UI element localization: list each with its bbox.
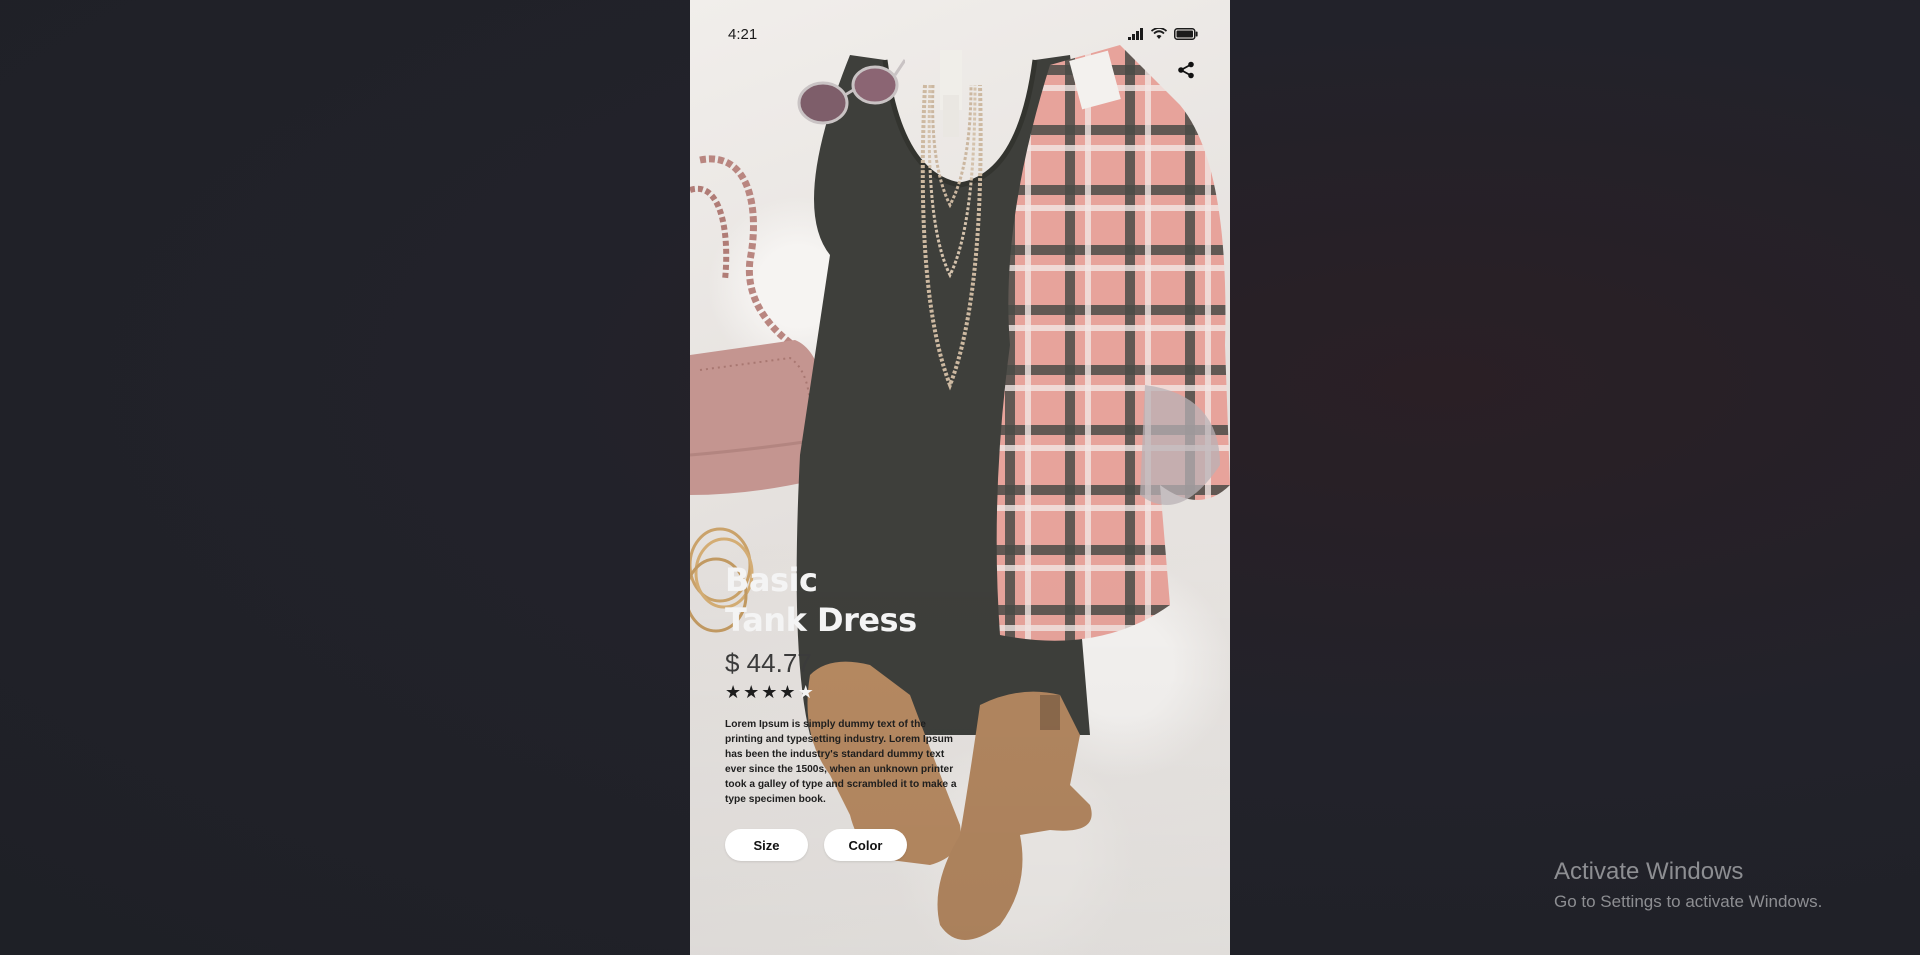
desktop: 4:21 Basic Tank Dress $ 44.77 ★ ★ ★ ★ ★ … <box>0 0 1920 955</box>
rating-star: ★ <box>797 682 814 703</box>
status-icons <box>1128 28 1198 40</box>
status-time: 4:21 <box>728 25 758 43</box>
phone-screen: 4:21 Basic Tank Dress $ 44.77 ★ ★ ★ ★ ★ … <box>690 0 1230 955</box>
rating-star: ★ <box>779 682 796 703</box>
watermark-subtitle: Go to Settings to activate Windows. <box>1554 892 1823 911</box>
product-title-line1: Basic <box>725 561 818 599</box>
product-title: Basic Tank Dress <box>725 560 975 640</box>
size-button[interactable]: Size <box>725 829 808 861</box>
product-price: $ 44.77 <box>725 648 812 678</box>
windows-activation-watermark: Activate Windows Go to Settings to activ… <box>1554 858 1822 914</box>
rating-star: ★ <box>725 682 742 703</box>
battery-icon <box>1174 28 1198 40</box>
status-bar: 4:21 <box>728 22 1198 46</box>
rating-star: ★ <box>761 682 778 703</box>
rating-star: ★ <box>743 682 760 703</box>
share-button[interactable] <box>1174 58 1198 82</box>
product-title-line2: Tank Dress <box>725 601 917 639</box>
share-icon <box>1178 61 1194 79</box>
rating-stars: ★ ★ ★ ★ ★ <box>725 683 975 703</box>
signal-icon <box>1128 28 1143 40</box>
product-info: Basic Tank Dress $ 44.77 ★ ★ ★ ★ ★ Lorem Ips… <box>725 560 975 817</box>
wifi-icon <box>1151 28 1167 39</box>
color-button[interactable]: Color <box>824 829 907 861</box>
option-buttons: Size Color <box>725 829 907 861</box>
watermark-title: Activate Windows <box>1554 858 1744 885</box>
product-description: Lorem Ipsum is simply dummy text of the … <box>725 719 957 805</box>
